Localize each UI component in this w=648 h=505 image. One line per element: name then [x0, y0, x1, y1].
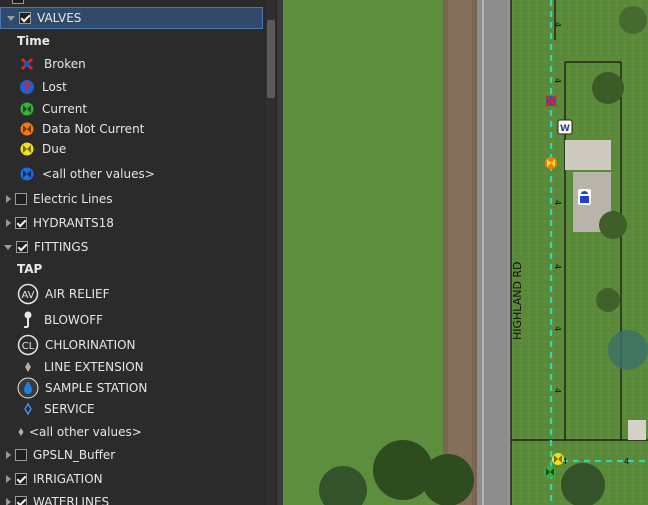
tree [596, 288, 620, 312]
layer-row-valves[interactable]: VALVES [0, 7, 263, 29]
blowoff-icon [24, 311, 32, 328]
expand-toggle-icon[interactable] [6, 451, 11, 459]
scrollbar-thumb[interactable] [267, 20, 275, 98]
road-label: HIGHLAND RD [511, 261, 524, 340]
legend-item-valves-other: <all other values> [18, 164, 155, 184]
building [565, 140, 611, 170]
valves-field-heading: Time [17, 34, 50, 48]
expand-toggle-icon[interactable] [6, 195, 11, 203]
valve-data-not-current[interactable] [545, 157, 557, 169]
well-marker-icon[interactable]: W [557, 119, 573, 135]
legend-item-lost: ? Lost [18, 77, 67, 97]
pipe-size-label: 4 [553, 388, 562, 393]
sample-station-icon [17, 377, 39, 399]
svg-text:W: W [560, 124, 570, 134]
layer-row-waterlines[interactable]: WATERLINES [6, 492, 109, 505]
layer-visibility-checkbox[interactable] [15, 473, 27, 485]
layer-visibility-checkbox[interactable] [16, 241, 28, 253]
lost-valve-icon: ? [20, 80, 34, 96]
layer-row-fittings[interactable]: FITTINGS [4, 237, 88, 257]
pipe-size-label: 4 [624, 457, 629, 466]
line-extension-icon [25, 362, 31, 372]
pond [608, 330, 648, 370]
other-fitting-icon [18, 428, 24, 436]
legend-item-broken: Broken [18, 54, 86, 74]
svg-text:?: ? [23, 81, 31, 96]
layer-label: VALVES [37, 11, 82, 25]
pipe-size-label: 4 [553, 264, 562, 269]
legend-item-data-not-current: Data Not Current [18, 119, 144, 139]
legend-item-current: Current [18, 99, 87, 119]
building [628, 420, 646, 440]
layer-visibility-checkbox[interactable] [15, 496, 27, 505]
legend-item-chlorination: CL CHLORINATION [17, 333, 136, 357]
expand-toggle-icon[interactable] [6, 475, 11, 483]
layer-row-gpsln-buffer[interactable]: GPSLN_Buffer [6, 445, 115, 465]
expand-toggle-icon[interactable] [6, 219, 11, 227]
svg-text:AV: AV [21, 290, 34, 301]
sample-station-marker-icon[interactable] [578, 189, 591, 205]
legend-item-due: Due [18, 139, 66, 159]
layer-checkbox[interactable] [12, 0, 24, 4]
pipe-size-label: 4 [553, 78, 562, 83]
expand-toggle-icon[interactable] [7, 15, 15, 21]
pipe-size-label: 4 [553, 22, 562, 27]
broken-valve-icon [20, 57, 34, 71]
tree [599, 211, 627, 239]
valve-current[interactable] [544, 466, 556, 478]
valve-broken[interactable] [545, 95, 557, 107]
valves-visibility-checkbox[interactable] [19, 12, 31, 24]
tree [619, 6, 647, 34]
layer-row-hydrants18[interactable]: HYDRANTS18 [6, 213, 114, 233]
expand-toggle-icon[interactable] [6, 498, 11, 505]
legend-item-sample-station: SAMPLE STATION [17, 376, 147, 400]
tree [422, 454, 474, 505]
tree [592, 72, 624, 104]
layer-visibility-checkbox[interactable] [15, 217, 27, 229]
legend-item-air-relief: AV AIR RELIEF [17, 282, 110, 306]
legend-item-service: SERVICE [23, 399, 95, 419]
other-valve-icon [20, 167, 34, 181]
pipe-size-label: 4 [553, 326, 562, 331]
contents-pane: VALVES Time Broken ? Lost Current Data N [0, 0, 266, 505]
dirt-strip-center [448, 0, 472, 505]
layer-row-irrigation[interactable]: IRRIGATION [6, 469, 103, 489]
tree [561, 463, 605, 505]
service-icon [24, 402, 32, 416]
layer-row-electric-lines[interactable]: Electric Lines [6, 189, 113, 209]
chlorination-icon: CL [17, 334, 39, 356]
map-canvas[interactable]: 4 4 4 4 4 4 4 4 HIGHLAND RD W [283, 0, 648, 505]
fittings-field-heading: TAP [17, 262, 43, 276]
current-valve-icon [20, 102, 34, 116]
svg-text:CL: CL [22, 341, 35, 352]
pipe-size-label: 4 [553, 200, 562, 205]
data-not-current-valve-icon [20, 122, 34, 136]
layer-visibility-checkbox[interactable] [15, 449, 27, 461]
layer-visibility-checkbox[interactable] [15, 193, 27, 205]
field-area [283, 0, 443, 505]
due-valve-icon [20, 142, 34, 156]
legend-item-blowoff: BLOWOFF [21, 309, 103, 331]
map-view[interactable]: 4 4 4 4 4 4 4 4 HIGHLAND RD W [283, 0, 648, 505]
valve-due[interactable] [552, 453, 564, 465]
air-relief-icon: AV [17, 283, 39, 305]
expand-toggle-icon[interactable] [4, 244, 12, 250]
legend-item-line-extension: LINE EXTENSION [23, 357, 144, 377]
legend-item-fittings-other: <all other values> [16, 422, 142, 442]
